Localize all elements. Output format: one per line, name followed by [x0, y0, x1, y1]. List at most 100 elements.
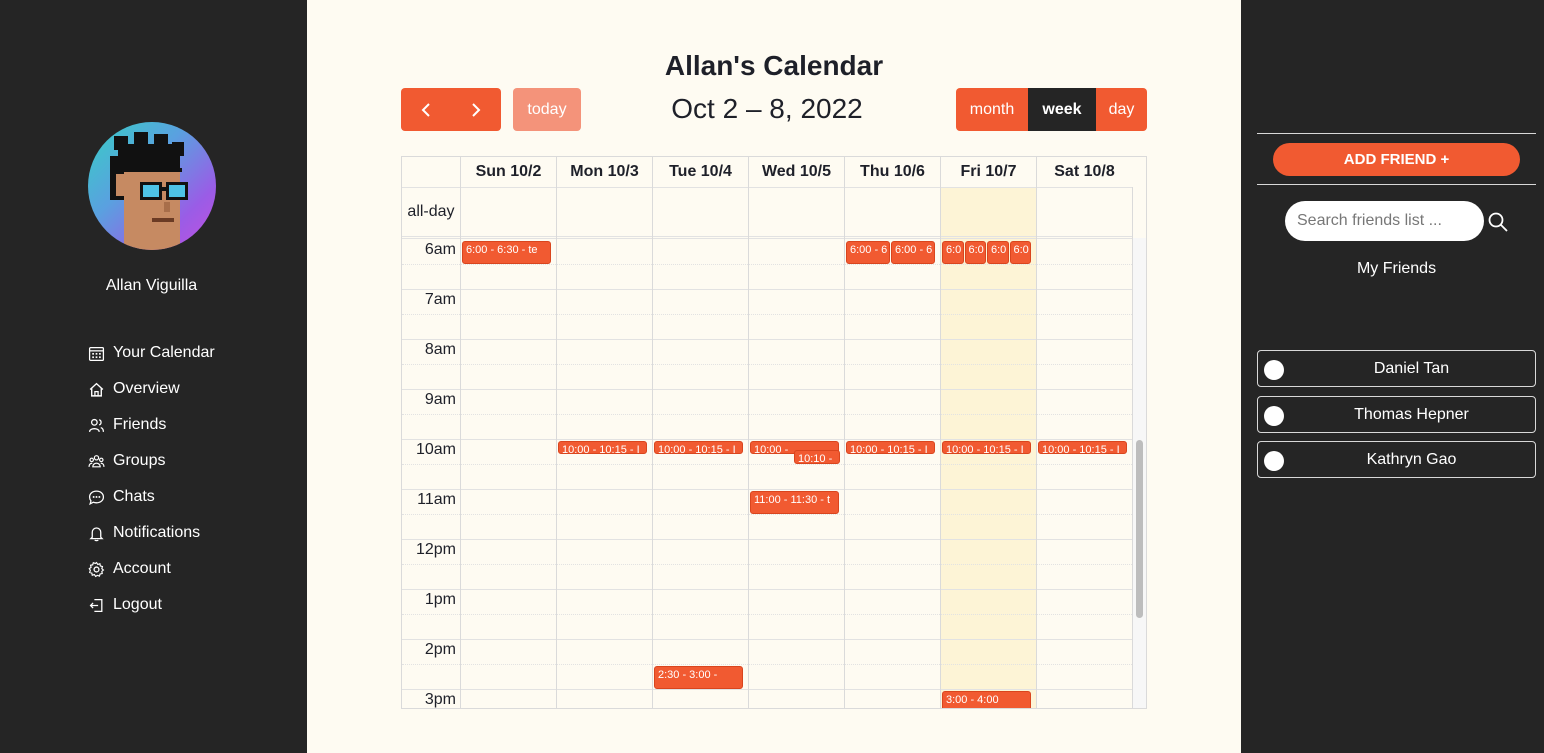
calendar-main: Allan's Calendar today Oct 2 – 8, 2022 m…	[307, 0, 1241, 753]
calendar-event[interactable]: 2:30 - 3:00 -	[654, 666, 743, 689]
nav-item-notifications[interactable]: Notifications	[88, 515, 215, 551]
nav-item-chats[interactable]: Chats	[88, 479, 215, 515]
next-button[interactable]	[451, 88, 501, 131]
calendar-event[interactable]: 6:0	[964, 241, 986, 264]
nav-item-label: Overview	[113, 380, 180, 397]
day-column-header[interactable]: Fri 10/7	[940, 157, 1036, 187]
calendar-event[interactable]: 6:00 - 6:30 - te	[462, 241, 551, 264]
hour-line	[402, 639, 1132, 640]
divider	[1257, 184, 1536, 185]
divider	[1257, 133, 1536, 134]
hour-line	[402, 539, 1132, 540]
grid-line	[402, 236, 1132, 237]
time-label: 7am	[424, 291, 456, 308]
calendar-event[interactable]: 10:00 - 10:15 - I	[1038, 441, 1127, 454]
view-switcher: month week day	[956, 88, 1147, 131]
calendar-event[interactable]: 10:10 -	[794, 449, 840, 464]
week-grid: all-day Sun 10/2 Mon 10/3 Tue 10/4 Wed 10/5…	[401, 156, 1147, 709]
calendar-event[interactable]: 3:00 - 4:00	[942, 691, 1031, 708]
user-avatar	[88, 122, 216, 250]
time-label: 2pm	[424, 641, 456, 658]
calendar-event[interactable]: 10:00 - 10:15 - I	[558, 441, 647, 454]
nav-item-account[interactable]: Account	[88, 551, 215, 587]
today-button[interactable]: today	[513, 88, 581, 131]
calendar-event[interactable]: 10:00 - 10:15 - I	[846, 441, 935, 454]
friend-name: Thomas Hepner	[1354, 406, 1469, 423]
time-label: 9am	[424, 391, 456, 408]
calendar-event[interactable]: 11:00 - 11:30 - t	[750, 491, 839, 514]
day-column-header[interactable]: Thu 10/6	[844, 157, 940, 187]
my-friends-heading: My Friends	[1356, 260, 1437, 277]
prev-button[interactable]	[401, 88, 451, 131]
friend-item[interactable]: Daniel Tan	[1257, 350, 1536, 387]
day-column-header[interactable]: Wed 10/5	[748, 157, 844, 187]
calendar-event[interactable]: 6:00 - 6	[891, 241, 935, 264]
half-hour-line	[402, 514, 1132, 515]
logout-icon	[89, 598, 103, 612]
grid-line	[402, 238, 1132, 239]
home-icon	[89, 382, 104, 397]
day-view-button[interactable]: day	[1096, 88, 1147, 131]
day-column-header[interactable]: Mon 10/3	[556, 157, 652, 187]
nav-item-overview[interactable]: Overview	[88, 371, 215, 407]
user-name: Allan Viguilla	[105, 277, 198, 294]
time-label: 10am	[415, 441, 456, 458]
hour-line	[402, 689, 1132, 690]
nav-item-friends[interactable]: Friends	[88, 407, 215, 443]
calendar-event[interactable]: 10:00 - 10:15 - I	[654, 441, 743, 454]
chevron-right-icon	[472, 102, 481, 117]
friend-name: Daniel Tan	[1373, 360, 1450, 377]
scrollbar[interactable]	[1132, 238, 1146, 708]
half-hour-line	[402, 264, 1132, 265]
calendar-event[interactable]: 6:00 - 6	[846, 241, 890, 264]
chat-icon	[88, 489, 105, 505]
add-friend-button[interactable]: ADD FRIEND +	[1273, 143, 1520, 176]
calendar-event[interactable]: 10:00 - 10:15 - I	[942, 441, 1031, 454]
grid-line	[1132, 187, 1133, 708]
half-hour-line	[402, 564, 1132, 565]
time-label: 11am	[417, 491, 456, 508]
calendar-event[interactable]: 6:0	[1009, 241, 1031, 264]
hour-line	[402, 289, 1132, 290]
grid-line	[556, 187, 557, 708]
grid-line	[460, 187, 461, 708]
main-nav: Your Calendar Overview Friends Groups Ch…	[88, 335, 215, 623]
half-hour-line	[402, 364, 1132, 365]
friend-name: Kathryn Gao	[1366, 451, 1457, 468]
nav-item-label: Account	[113, 560, 171, 577]
nav-item-logout[interactable]: Logout	[88, 587, 215, 623]
prev-next-group	[401, 88, 501, 131]
day-column-header[interactable]: Sun 10/2	[460, 157, 556, 187]
nav-item-label: Friends	[113, 416, 167, 433]
nav-item-label: Groups	[113, 452, 166, 469]
half-hour-line	[402, 464, 1132, 465]
day-column-header[interactable]: Sat 10/8	[1036, 157, 1132, 187]
calendar-icon	[88, 346, 105, 361]
gear-icon	[88, 561, 105, 577]
half-hour-line	[402, 314, 1132, 315]
grid-line	[844, 187, 845, 708]
search-icon[interactable]	[1487, 211, 1509, 233]
search-friends-input[interactable]	[1285, 201, 1484, 241]
week-view-button[interactable]: week	[1028, 88, 1096, 131]
nav-item-your-calendar[interactable]: Your Calendar	[88, 335, 215, 371]
half-hour-line	[402, 664, 1132, 665]
day-column-header[interactable]: Tue 10/4	[652, 157, 748, 187]
grid-line	[940, 187, 941, 708]
grid-line	[402, 187, 1132, 188]
grid-line	[1036, 187, 1037, 708]
calendar-event[interactable]: 6:0	[987, 241, 1009, 264]
scrollbar-thumb[interactable]	[1136, 440, 1143, 618]
sidebar: Allan Viguilla Your Calendar Overview Fr…	[0, 0, 307, 753]
time-label: 8am	[424, 341, 456, 358]
month-view-button[interactable]: month	[956, 88, 1028, 131]
nav-item-groups[interactable]: Groups	[88, 443, 215, 479]
nav-item-label: Your Calendar	[113, 344, 215, 361]
friend-item[interactable]: Kathryn Gao	[1257, 441, 1536, 478]
friend-item[interactable]: Thomas Hepner	[1257, 396, 1536, 433]
half-hour-line	[402, 614, 1132, 615]
calendar-event[interactable]: 6:0	[942, 241, 964, 264]
group-icon	[88, 454, 105, 467]
hour-line	[402, 389, 1132, 390]
hour-line	[402, 589, 1132, 590]
